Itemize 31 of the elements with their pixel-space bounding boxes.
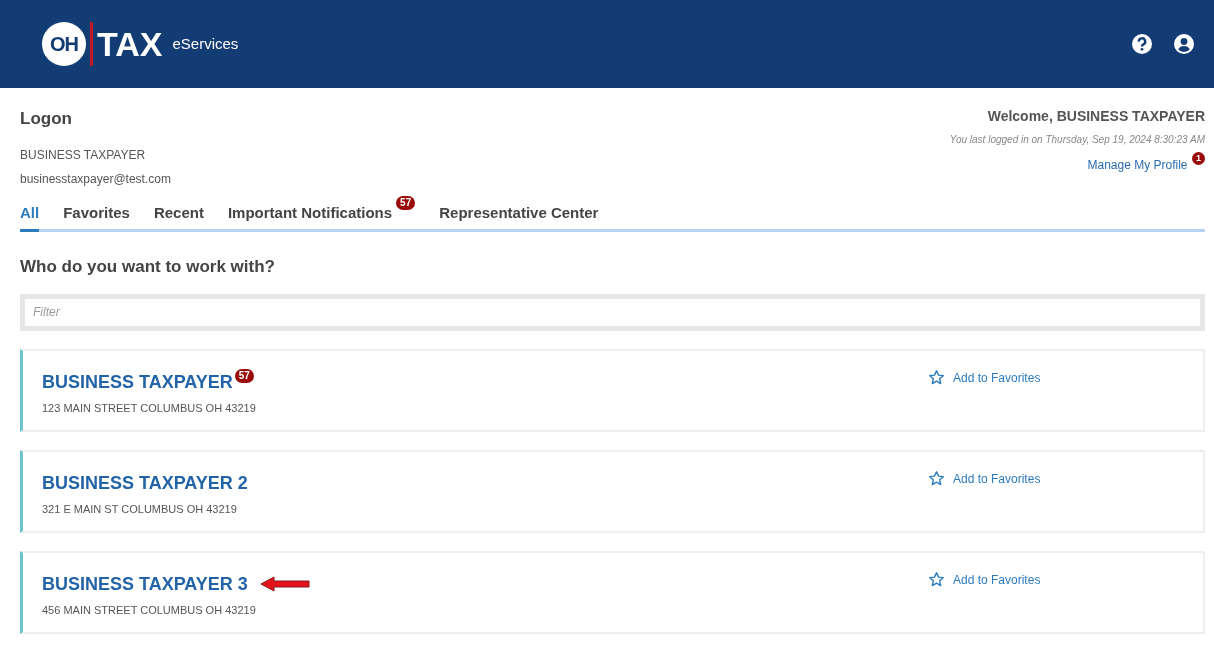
tab[interactable]: Recent	[153, 201, 204, 232]
account-name-link[interactable]: BUSINESS TAXPAYER 2	[42, 469, 248, 497]
notification-badge: 57	[234, 368, 254, 383]
tab[interactable]: Representative Center	[439, 201, 599, 232]
add-favorite-button[interactable]: Add to Favorites	[928, 469, 1203, 492]
logo-circle: OH	[42, 22, 86, 66]
account-address: 123 MAIN STREET COLUMBUS OH 43219	[42, 400, 256, 416]
profile-link[interactable]: Manage My Profile	[1087, 158, 1188, 172]
logo-text: TAX	[97, 27, 163, 61]
account-address: 321 E MAIN ST COLUMBUS OH 43219	[42, 501, 238, 517]
tab[interactable]: All	[20, 201, 40, 232]
user-icon[interactable]	[1174, 34, 1194, 54]
tab[interactable]: Important Notifications	[227, 201, 393, 232]
section-heading: Who do you want to work with?	[20, 256, 276, 278]
notification-badge: 1	[1192, 152, 1205, 165]
last-login-text: You last logged in on Thursday, Sep 19, 2024 8:30:23 AM	[949, 133, 1205, 147]
filter-field[interactable]: Filter	[20, 293, 1205, 331]
help-icon[interactable]	[1132, 34, 1152, 54]
account-name-link[interactable]: BUSINESS TAXPAYER 3	[42, 570, 248, 598]
add-favorite-button[interactable]: Add to Favorites	[928, 570, 1203, 593]
logo-divider	[90, 22, 93, 66]
page-title: Logon	[20, 108, 73, 130]
account-address: 456 MAIN STREET COLUMBUS OH 43219	[42, 602, 257, 618]
user-email: businesstaxpayer@test.com	[20, 170, 171, 188]
add-favorite-button[interactable]: Add to Favorites	[928, 368, 1203, 391]
tab[interactable]: Favorites	[63, 201, 130, 232]
welcome-text: Welcome, BUSINESS TAXPAYER	[986, 107, 1205, 126]
notification-badge: 57	[396, 195, 416, 210]
account-name-link[interactable]: BUSINESS TAXPAYER	[42, 368, 233, 396]
user-name: BUSINESS TAXPAYER	[20, 146, 147, 164]
logo-subtitle: eServices	[172, 33, 239, 54]
